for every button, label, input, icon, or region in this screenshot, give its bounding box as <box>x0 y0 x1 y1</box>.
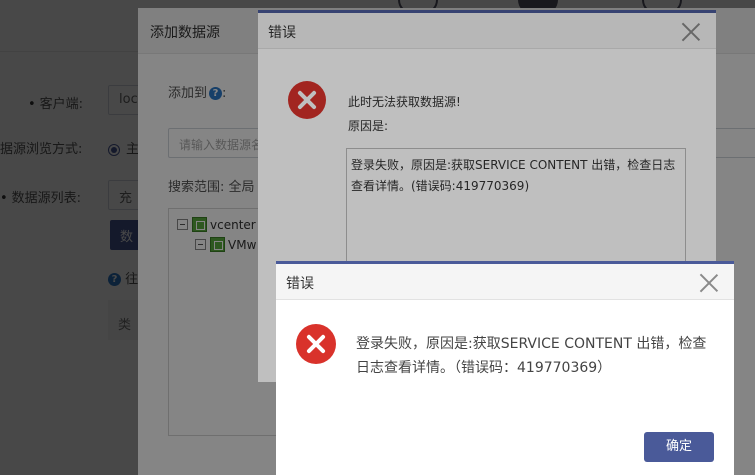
error-icon <box>296 324 336 364</box>
ok-button[interactable]: 确定 <box>644 432 714 462</box>
close-icon[interactable] <box>698 271 720 293</box>
error-dialog-front: 错误 登录失败，原因是:获取SERVICE CONTENT 出错，检查日志查看详… <box>276 261 734 475</box>
error-message: 登录失败，原因是:获取SERVICE CONTENT 出错，检查日志查看详情。（… <box>356 336 707 376</box>
dialog-header: 错误 <box>276 264 734 300</box>
dialog-title: 错误 <box>286 276 314 292</box>
